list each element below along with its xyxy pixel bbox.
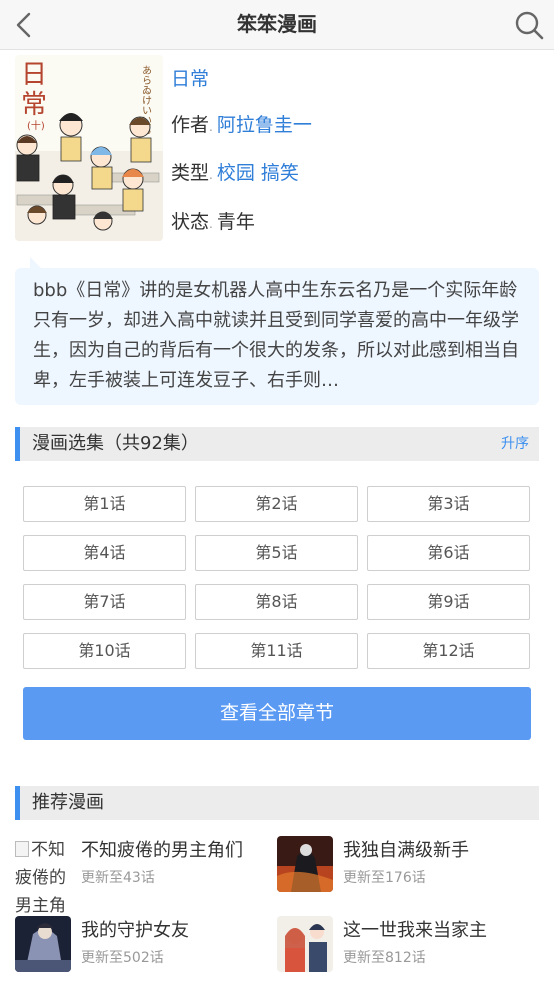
recommend-item[interactable]: 我独自满级新手 更新至176话	[277, 836, 527, 894]
author-link[interactable]: 阿拉鲁圭一	[217, 114, 312, 136]
cover-volume: (十)	[27, 119, 45, 132]
recommend-item[interactable]: 我的守护女友 更新至502话	[15, 916, 265, 974]
status-row: 状态. 青年	[171, 207, 255, 234]
type-link-comedy[interactable]: 搞笑	[261, 162, 299, 184]
author-row: 作者. 阿拉鲁圭一	[171, 110, 312, 137]
chapter-grid: 第1话 第2话 第3话 第4话 第5话 第6话 第7话 第8话 第9话 第10话…	[23, 486, 531, 669]
cover-title-char1: 日	[21, 60, 47, 90]
recommend-title: 我的守护女友	[81, 920, 189, 941]
chapter-button[interactable]: 第11话	[195, 633, 358, 669]
chapter-button[interactable]: 第5话	[195, 535, 358, 571]
recommend-update: 更新至502话	[81, 950, 164, 966]
thumbnail-illustration	[277, 916, 333, 972]
recommend-section-header: 推荐漫画	[15, 786, 539, 820]
type-label: 类型	[171, 162, 210, 184]
recommend-thumbnail	[15, 916, 71, 972]
chapter-button[interactable]: 第9话	[367, 584, 530, 620]
comic-name: 日常	[171, 68, 210, 90]
broken-image-icon	[15, 841, 29, 857]
recommend-update: 更新至812话	[343, 950, 426, 966]
label-separator: .	[209, 168, 213, 182]
page-title: 笨笨漫画	[237, 12, 317, 36]
chapter-button[interactable]: 第1话	[23, 486, 186, 522]
chapter-button[interactable]: 第8话	[195, 584, 358, 620]
recommend-thumbnail	[277, 836, 333, 892]
thumbnail-illustration	[15, 916, 71, 972]
label-separator: .	[209, 217, 213, 231]
recommend-thumbnail	[277, 916, 333, 972]
top-navigation-bar: 笨笨漫画	[0, 0, 554, 50]
chapter-button[interactable]: 第3话	[367, 486, 530, 522]
chapter-button[interactable]: 第4话	[23, 535, 186, 571]
chapters-section-title: 漫画选集（共92集）	[32, 433, 199, 454]
chapter-button[interactable]: 第6话	[367, 535, 530, 571]
recommend-title: 不知疲倦的男主角们	[81, 840, 243, 861]
recommend-section-title: 推荐漫画	[32, 792, 104, 813]
chapter-button[interactable]: 第2话	[195, 486, 358, 522]
author-label: 作者	[171, 114, 210, 136]
recommend-item[interactable]: 这一世我来当家主 更新至812话	[277, 916, 527, 974]
chapters-section-header: 漫画选集（共92集） 升序	[15, 427, 539, 461]
chapter-button[interactable]: 第7话	[23, 584, 186, 620]
recommend-update: 更新至176话	[343, 870, 426, 886]
recommend-item[interactable]: 不知疲倦的男主角们 不知疲倦的男主角们 更新至43话	[15, 836, 265, 944]
sort-order-toggle[interactable]: 升序	[501, 427, 529, 461]
cover-illustration: 日 常 (十) あらゐけいいち	[15, 55, 163, 241]
label-separator: .	[209, 120, 213, 134]
type-link-campus[interactable]: 校园	[217, 162, 255, 184]
comic-cover: 日 常 (十) あらゐけいいち	[15, 55, 163, 241]
search-icon	[515, 11, 544, 40]
cover-title-char2: 常	[21, 90, 47, 120]
chapter-button[interactable]: 第10话	[23, 633, 186, 669]
recommend-title: 我独自满级新手	[343, 840, 469, 861]
view-all-chapters-button[interactable]: 查看全部章节	[23, 687, 531, 740]
status-value: 青年	[216, 211, 255, 233]
chapter-button[interactable]: 第12话	[367, 633, 530, 669]
search-button[interactable]	[512, 8, 546, 42]
status-label: 状态	[171, 211, 210, 233]
recommend-update: 更新至43话	[81, 870, 155, 886]
type-row: 类型. 校园 搞笑	[171, 158, 299, 185]
comic-description[interactable]: bbb《日常》讲的是女机器人高中生东云名乃是一个实际年龄只有一岁，却进入高中就读…	[15, 268, 539, 405]
recommend-title: 这一世我来当家主	[343, 920, 487, 941]
thumbnail-illustration	[277, 836, 333, 892]
